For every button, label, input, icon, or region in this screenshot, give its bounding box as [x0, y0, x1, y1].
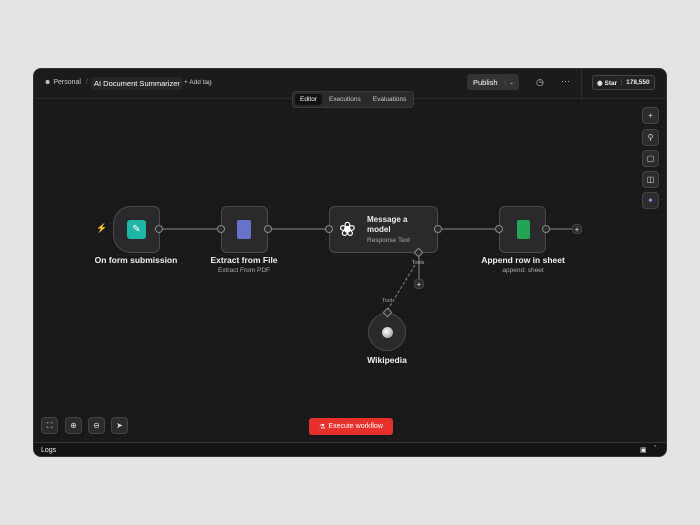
publish-chevron-icon[interactable]: ⌄	[505, 78, 514, 86]
divider	[581, 69, 582, 99]
input-port[interactable]	[217, 225, 225, 233]
breadcrumb-separator: /	[86, 79, 88, 86]
port-label: Tool	[381, 298, 393, 304]
node-title: On form submission	[94, 255, 178, 265]
execute-workflow-button[interactable]: ⚗ Execute workflow	[309, 418, 393, 435]
input-port[interactable]	[325, 225, 333, 233]
flask-icon: ⚗	[319, 423, 326, 431]
github-icon: ◉ Star	[597, 79, 618, 87]
logs-label: Logs	[41, 447, 57, 454]
star-label: Star	[604, 79, 618, 87]
node-title: Wikipedia	[367, 355, 407, 365]
ai-assistant-icon[interactable]: ✦	[642, 192, 659, 209]
popout-icon[interactable]: ▣	[640, 446, 647, 454]
trigger-bolt-icon: ⚡	[96, 223, 108, 233]
wikipedia-icon	[382, 327, 393, 338]
node-on-form-submission[interactable]: ✎	[113, 206, 160, 253]
form-icon: ✎	[127, 220, 146, 239]
history-icon[interactable]: ◷	[536, 77, 544, 88]
output-port[interactable]	[264, 225, 272, 233]
add-tag-button[interactable]: + Add tag	[184, 79, 212, 86]
breadcrumb-workspace[interactable]: ☻ Personal	[44, 79, 81, 86]
output-port[interactable]	[542, 225, 550, 233]
github-star-button[interactable]: ◉ Star 178,550	[592, 75, 655, 90]
workflow-canvas[interactable]: ⚡ ✎ On form submission Extract from File…	[34, 99, 666, 442]
openai-icon: ❀	[339, 219, 356, 241]
node-message-a-model[interactable]: ❀ Message a model Response Text	[329, 206, 438, 253]
node-subtitle: Extract From PDF	[217, 267, 271, 274]
output-port[interactable]	[434, 225, 442, 233]
view-tabs: Editor Executions Evaluations	[292, 91, 415, 108]
node-subtitle: Response Text	[367, 237, 410, 244]
node-extract-from-file[interactable]	[221, 206, 268, 253]
add-node-icon[interactable]: +	[642, 107, 659, 124]
add-tool-button[interactable]: +	[414, 279, 424, 289]
port-label: Tools	[411, 260, 425, 266]
add-node-button[interactable]: +	[572, 224, 582, 234]
node-wikipedia[interactable]	[368, 313, 406, 351]
logs-panel-bar[interactable]: Logs ▣ ˆ	[34, 442, 666, 456]
node-subtitle: append: sheet	[502, 267, 544, 274]
node-title: Extract from File	[210, 255, 278, 265]
input-port[interactable]	[495, 225, 503, 233]
file-icon	[237, 220, 251, 239]
workflow-name[interactable]: AI Document Summarizer	[91, 77, 183, 90]
tab-evaluations[interactable]: Evaluations	[368, 94, 412, 105]
workflow-editor-window: ☻ Personal / AI Document Summarizer + Ad…	[33, 68, 667, 457]
chevron-up-icon[interactable]: ˆ	[654, 446, 656, 453]
execute-label: Execute workflow	[328, 423, 383, 430]
tab-editor[interactable]: Editor	[295, 94, 322, 105]
node-title: Append row in sheet	[481, 255, 565, 265]
node-title: Message a model	[367, 215, 408, 234]
pointer-icon[interactable]: ➤	[111, 417, 128, 434]
search-icon[interactable]: ⚲	[642, 129, 659, 146]
more-icon[interactable]: ···	[561, 76, 570, 86]
tab-executions[interactable]: Executions	[324, 94, 366, 105]
zoom-out-icon[interactable]: ⊖	[88, 417, 105, 434]
panel-icon[interactable]: ◫	[642, 171, 659, 188]
fit-view-icon[interactable]: ⛶	[41, 417, 58, 434]
zoom-in-icon[interactable]: ⊕	[65, 417, 82, 434]
connections	[163, 228, 574, 312]
tool-connection-line	[386, 264, 416, 312]
output-port[interactable]	[155, 225, 163, 233]
publish-button-group: Publish ⌄	[467, 74, 519, 90]
google-sheets-icon	[517, 220, 530, 239]
star-count: 178,550	[621, 79, 654, 86]
node-append-row-in-sheet[interactable]	[499, 206, 546, 253]
sticky-note-icon[interactable]: ▢	[642, 150, 659, 167]
publish-button[interactable]: Publish	[467, 78, 505, 87]
workspace-label: Personal	[53, 79, 81, 86]
